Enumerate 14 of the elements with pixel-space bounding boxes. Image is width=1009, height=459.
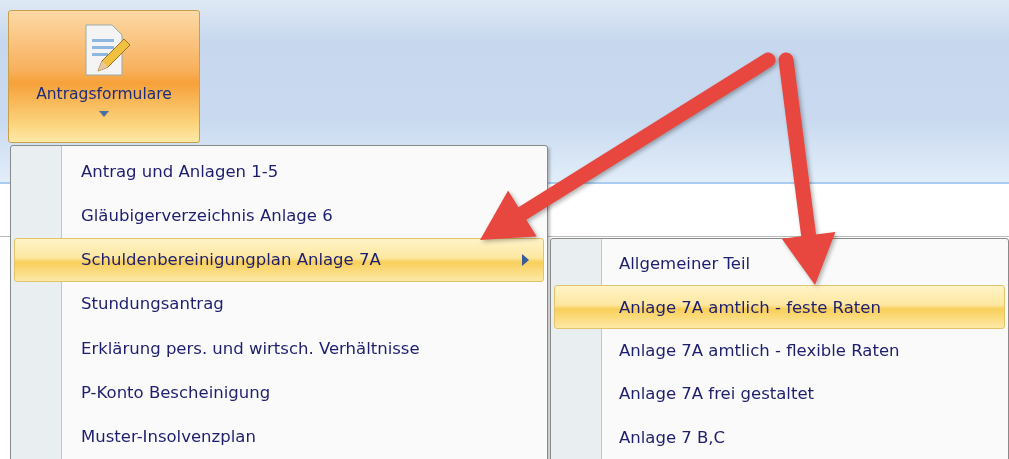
ribbon-button[interactable]: Antragsformulare [8, 10, 200, 143]
menu-item[interactable]: Gläubigerverzeichnis Anlage 6 [14, 193, 544, 238]
menu-item[interactable]: Muster-Insolvenzplan [14, 414, 544, 459]
menu-item[interactable]: Anlage 7 B,C [554, 415, 1005, 459]
menu-item[interactable]: Schuldenbereinigungplan Anlage 7A [14, 237, 544, 282]
menu-item[interactable]: Erklärung pers. und wirtsch. Verhältnisse [14, 326, 544, 371]
menu-item[interactable]: Anlage 7A amtlich - flexible Raten [554, 328, 1005, 373]
dropdown-caret-icon [99, 111, 109, 117]
menu-item[interactable]: Stundungsantrag [14, 281, 544, 327]
menu-item[interactable]: Anlage 7A amtlich - feste Raten [554, 285, 1005, 329]
menu-item[interactable]: Antrag und Anlagen 1-5 [14, 149, 544, 194]
menu-item[interactable]: Anlage 7A frei gestaltet [554, 372, 1005, 416]
menu-item[interactable]: P-Konto Bescheinigung [14, 370, 544, 415]
menu-item[interactable]: Allgemeiner Teil [554, 242, 1005, 286]
